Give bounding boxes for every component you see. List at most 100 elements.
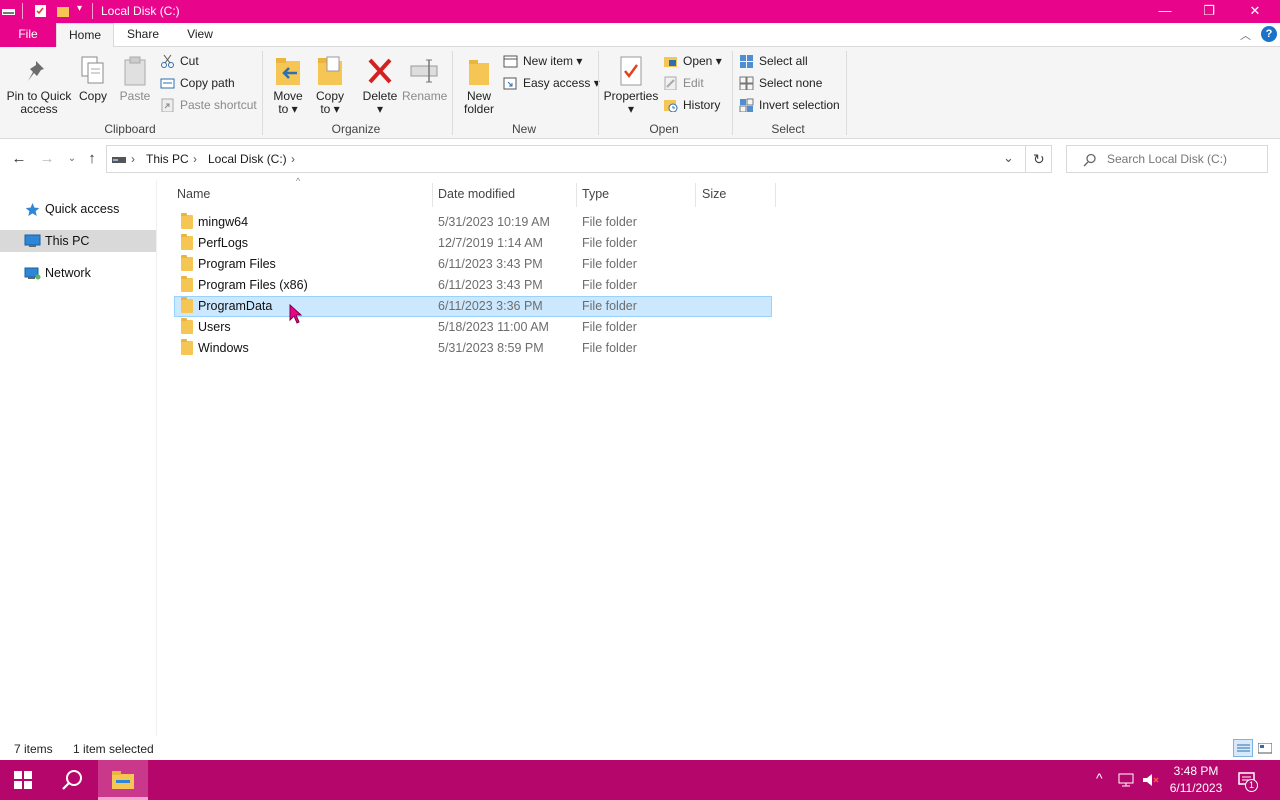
maximize-button[interactable]: ❐ — [1186, 0, 1232, 23]
large-icons-view-button[interactable] — [1257, 740, 1273, 756]
breadcrumb-this-pc[interactable]: This PC — [146, 152, 189, 166]
taskbar-file-explorer-button[interactable] — [98, 760, 148, 800]
pane-divider — [156, 180, 157, 736]
search-placeholder: Search Local Disk (C:) — [1107, 152, 1228, 166]
notification-count-badge: 1 — [1245, 779, 1258, 792]
paste-shortcut-button[interactable]: Paste shortcut — [160, 95, 257, 115]
windows-start-icon[interactable] — [14, 771, 32, 789]
search-icon — [1083, 153, 1096, 167]
easy-access-button[interactable]: Easy access ▾ — [503, 73, 600, 93]
search-box[interactable]: Search Local Disk (C:) — [1066, 145, 1268, 173]
column-header-size[interactable]: Size — [702, 185, 726, 205]
folder-icon — [181, 339, 193, 355]
quick-access-toolbar-dropdown[interactable]: ▾ — [77, 3, 82, 14]
column-divider[interactable] — [775, 183, 776, 207]
chevron-up-icon[interactable]: ^ — [1096, 770, 1103, 786]
nav-quick-access[interactable]: Quick access — [0, 198, 156, 220]
new-folder-icon — [469, 60, 489, 85]
help-icon[interactable]: ? — [1261, 26, 1277, 42]
file-date-modified: 12/7/2019 1:14 AM — [438, 236, 543, 250]
address-bar[interactable]: › This PC › Local Disk (C:) › ⌄ ↻ — [106, 145, 1052, 173]
file-name: Program Files — [198, 257, 276, 271]
edit-label: Edit — [683, 76, 704, 90]
file-date-modified: 5/31/2023 10:19 AM — [438, 215, 550, 229]
invert-selection-button[interactable]: Invert selection — [739, 95, 840, 115]
pin-to-quick-access-button[interactable]: Pin to Quick access — [4, 57, 74, 116]
copy-to-button[interactable]: Copy to ▾ — [312, 55, 348, 116]
file-row[interactable]: Program Files 6/11/2023 3:43 PM File fol… — [174, 254, 772, 275]
nav-network[interactable]: Network — [0, 262, 156, 284]
address-history-chevron-icon[interactable]: ⌄ — [1003, 150, 1014, 166]
clock-time[interactable]: 3:48 PM — [1164, 764, 1228, 778]
copy-path-button[interactable]: Copy path — [160, 73, 235, 93]
new-item-button[interactable]: New item ▾ — [503, 51, 582, 71]
tab-view[interactable]: View — [174, 23, 226, 47]
minimize-button[interactable]: — — [1142, 0, 1188, 23]
search-icon[interactable] — [61, 769, 83, 791]
properties-icon[interactable] — [34, 4, 48, 18]
nav-quick-access-label: Quick access — [45, 202, 120, 216]
folder-icon — [181, 276, 193, 292]
file-row[interactable]: Windows 5/31/2023 8:59 PM File folder — [174, 338, 772, 359]
file-type: File folder — [582, 257, 637, 271]
drive-icon[interactable] — [2, 5, 16, 18]
column-header-date-modified[interactable]: Date modified — [438, 185, 515, 205]
network-status-icon[interactable] — [1118, 772, 1136, 788]
file-row[interactable]: mingw64 5/31/2023 10:19 AM File folder — [174, 212, 772, 233]
title-bar: ▾ Local Disk (C:) — ❐ ✕ — [0, 0, 1280, 23]
edit-icon — [664, 76, 677, 90]
group-separator — [598, 51, 599, 135]
file-row-selected[interactable]: ProgramData 6/11/2023 3:36 PM File folde… — [174, 296, 772, 317]
recent-locations-chevron-icon[interactable]: ⌄ — [63, 150, 81, 168]
column-header-name[interactable]: Name — [177, 185, 210, 205]
close-button[interactable]: ✕ — [1232, 0, 1278, 23]
select-none-icon — [739, 76, 754, 90]
file-date-modified: 5/18/2023 11:00 AM — [438, 320, 549, 334]
action-center-button[interactable]: 1 — [1236, 770, 1258, 792]
forward-arrow-icon[interactable]: → — [38, 150, 56, 168]
column-header-type[interactable]: Type — [582, 185, 609, 205]
up-arrow-icon[interactable]: ↑ — [83, 150, 101, 168]
move-to-button[interactable]: Move to ▾ — [270, 55, 306, 116]
new-folder-icon[interactable] — [56, 4, 70, 18]
copy-button[interactable]: Copy — [76, 55, 110, 103]
clock-date[interactable]: 6/11/2023 — [1164, 781, 1228, 795]
computer-icon — [24, 234, 41, 247]
tab-file[interactable]: File — [0, 23, 56, 47]
column-divider[interactable] — [695, 183, 696, 207]
history-button[interactable]: History — [663, 95, 720, 115]
properties-icon — [620, 56, 642, 86]
file-row[interactable]: Program Files (x86) 6/11/2023 3:43 PM Fi… — [174, 275, 772, 296]
folder-icon — [181, 318, 193, 334]
back-arrow-icon[interactable]: ← — [10, 150, 28, 168]
file-row[interactable]: Users 5/18/2023 11:00 AM File folder — [174, 317, 772, 338]
select-none-label: Select none — [759, 76, 823, 90]
cut-button[interactable]: Cut — [160, 51, 199, 71]
column-divider[interactable] — [576, 183, 577, 207]
column-divider[interactable] — [432, 183, 433, 207]
file-name: ProgramData — [198, 299, 273, 313]
volume-muted-icon[interactable] — [1142, 772, 1160, 788]
tab-home[interactable]: Home — [56, 23, 114, 48]
nav-this-pc[interactable]: This PC — [0, 230, 156, 252]
new-folder-button[interactable]: New folder — [458, 55, 500, 116]
open-label: Open ▾ — [683, 54, 722, 68]
chevron-up-icon[interactable]: ︿ — [1240, 27, 1251, 43]
open-button[interactable]: Open ▾ — [663, 51, 722, 71]
breadcrumb-local-disk[interactable]: Local Disk (C:) — [208, 152, 287, 166]
file-date-modified: 6/11/2023 3:43 PM — [438, 278, 543, 292]
refresh-icon[interactable]: ↻ — [1033, 151, 1045, 168]
folder-icon — [181, 255, 193, 271]
paste-button[interactable]: Paste — [118, 55, 152, 103]
rename-button[interactable]: Rename — [402, 55, 447, 103]
delete-dropdown-arrow: ▾ — [376, 102, 384, 116]
file-row[interactable]: PerfLogs 12/7/2019 1:14 AM File folder — [174, 233, 772, 254]
tab-share[interactable]: Share — [118, 23, 168, 47]
select-none-button[interactable]: Select none — [739, 73, 822, 93]
edit-button[interactable]: Edit — [663, 73, 704, 93]
group-separator — [262, 51, 263, 135]
select-all-button[interactable]: Select all — [739, 51, 808, 71]
properties-button[interactable]: Properties ▾ — [602, 55, 660, 116]
details-view-button[interactable] — [1233, 739, 1253, 757]
delete-button[interactable]: Delete ▾ — [360, 55, 400, 116]
